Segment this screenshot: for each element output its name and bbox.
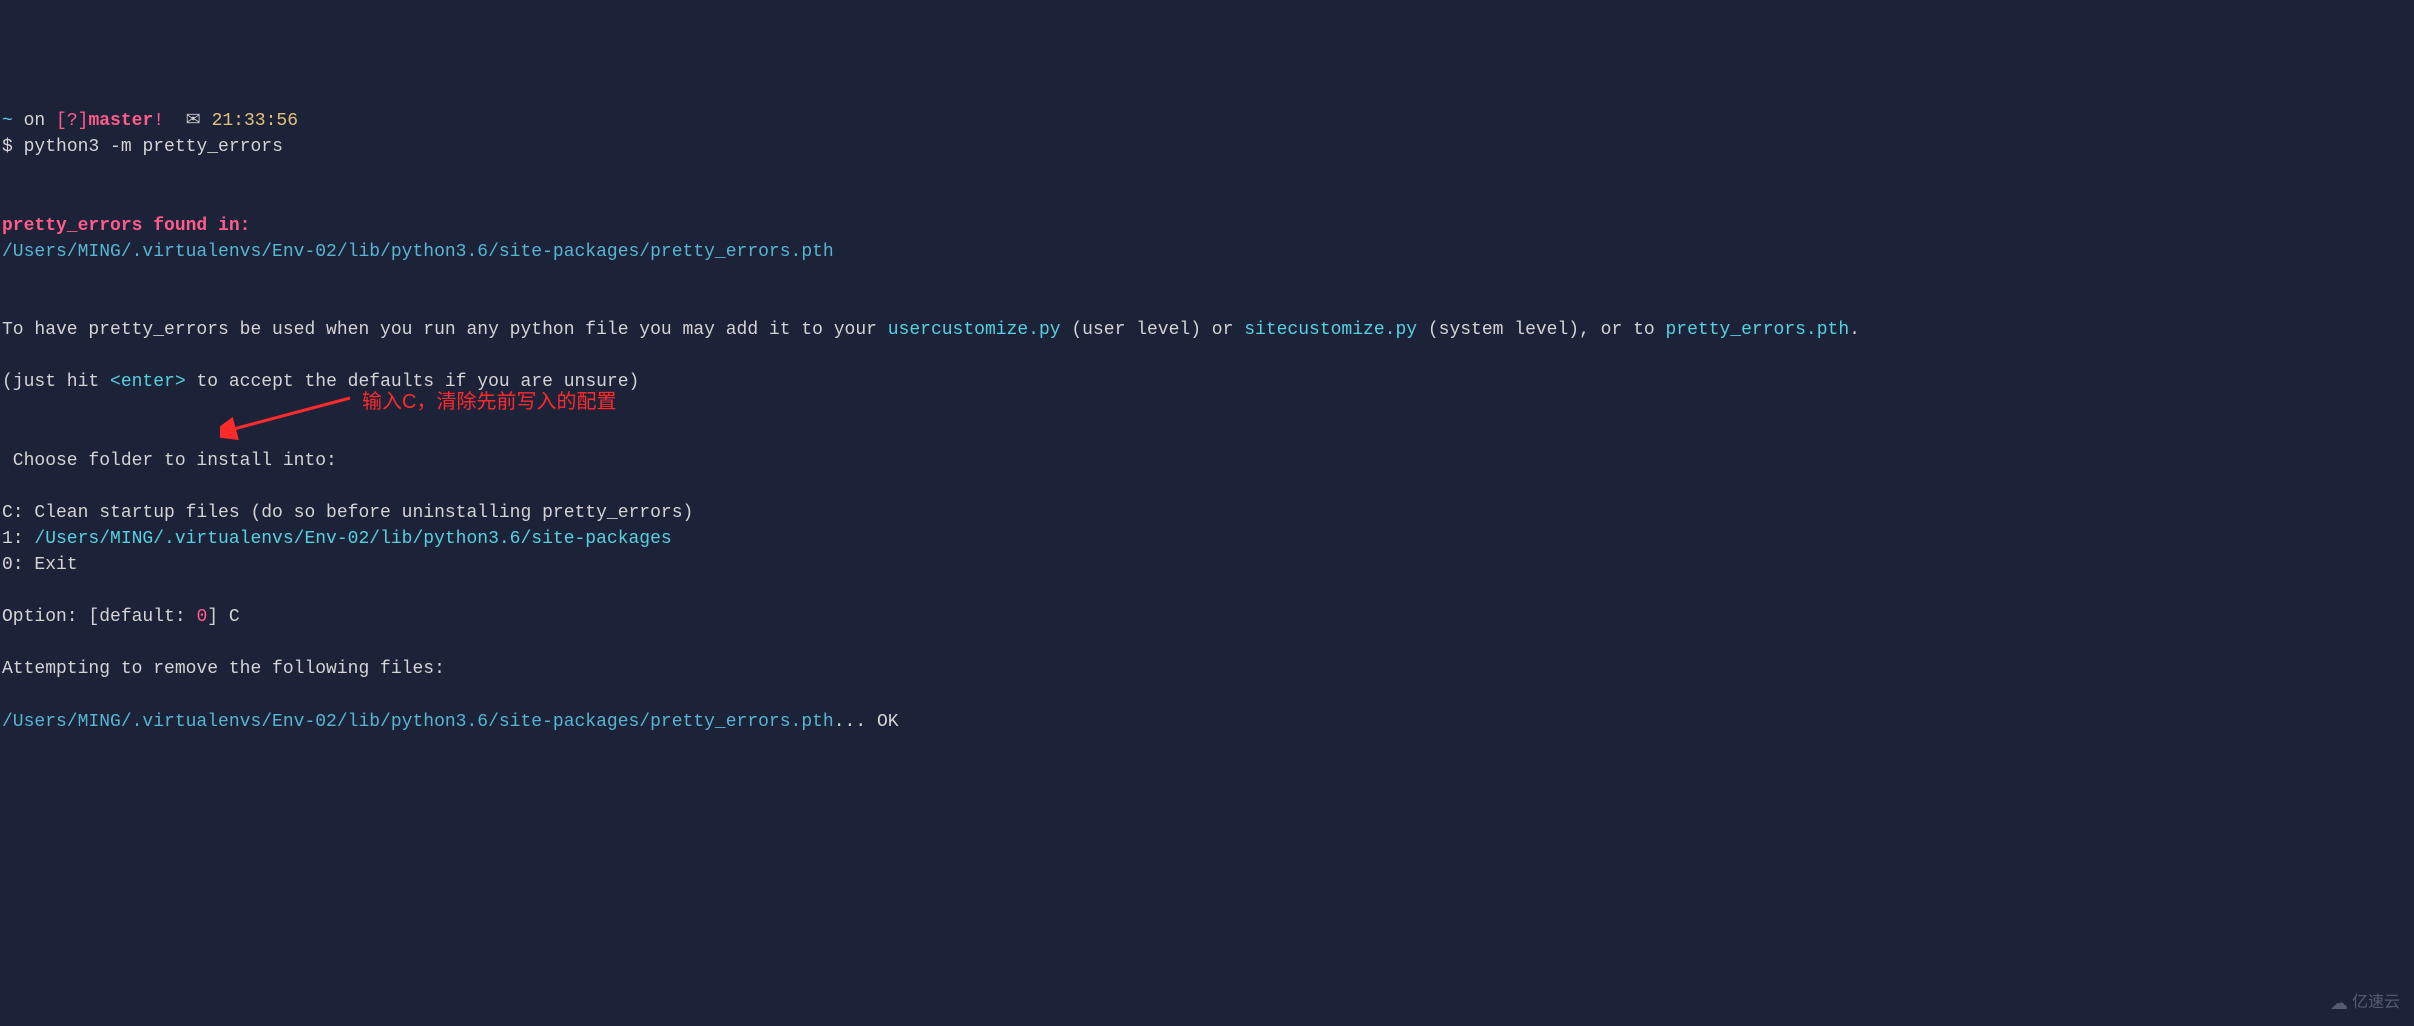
- pth-file: pretty_errors.pth: [1666, 320, 1850, 340]
- terminal-output[interactable]: ~ on [?]master! ✉ 21:33:56 $ python3 -m …: [2, 108, 2412, 734]
- found-header: pretty_errors found in:: [2, 216, 250, 236]
- instruction-mid1: (user level) or: [1061, 320, 1245, 340]
- instruction-prefix: To have pretty_errors be used when you r…: [2, 320, 888, 340]
- instruction-suffix: .: [1849, 320, 1860, 340]
- clock-icon: ✉: [186, 111, 201, 131]
- option-c: C: Clean startup files (do so before uni…: [2, 503, 693, 523]
- spacer: [201, 111, 212, 131]
- attempting-text: Attempting to remove the following files…: [2, 659, 445, 679]
- choose-prompt: Choose folder to install into:: [2, 451, 337, 471]
- enter-tag: <enter>: [110, 372, 186, 392]
- remove-ok: OK: [877, 712, 899, 732]
- option-0: 0: Exit: [2, 555, 78, 575]
- prompt-tilde: ~: [2, 111, 13, 131]
- branch-name: master: [88, 111, 153, 131]
- prompt-dollar: $: [2, 137, 13, 157]
- option-line-suffix: ] C: [207, 607, 239, 627]
- hint-prefix: (just hit: [2, 372, 110, 392]
- watermark-text: 亿速云: [2352, 991, 2400, 1014]
- spacer: [13, 137, 24, 157]
- option-default: 0: [196, 607, 207, 627]
- remove-path: /Users/MING/.virtualenvs/Env-02/lib/pyth…: [2, 712, 834, 732]
- watermark-icon: ☁: [2330, 990, 2348, 1016]
- remove-dots: ...: [834, 712, 877, 732]
- option-1-label: 1:: [2, 529, 34, 549]
- spacer: [164, 111, 186, 131]
- annotation-text: 输入C，清除先前写入的配置: [362, 388, 616, 417]
- branch-bang: !: [153, 111, 164, 131]
- prompt-time: 21:33:56: [212, 111, 298, 131]
- branch-bracket: [?]: [56, 111, 88, 131]
- found-path: /Users/MING/.virtualenvs/Env-02/lib/pyth…: [2, 242, 834, 262]
- sitecustomize-file: sitecustomize.py: [1244, 320, 1417, 340]
- option-line-prefix: Option: [default:: [2, 607, 196, 627]
- usercustomize-file: usercustomize.py: [888, 320, 1061, 340]
- instruction-mid2: (system level), or to: [1417, 320, 1665, 340]
- prompt-on: on: [13, 111, 56, 131]
- watermark: ☁ 亿速云: [2330, 990, 2400, 1016]
- command-text: python3 -m pretty_errors: [24, 137, 283, 157]
- option-1-path: /Users/MING/.virtualenvs/Env-02/lib/pyth…: [34, 529, 671, 549]
